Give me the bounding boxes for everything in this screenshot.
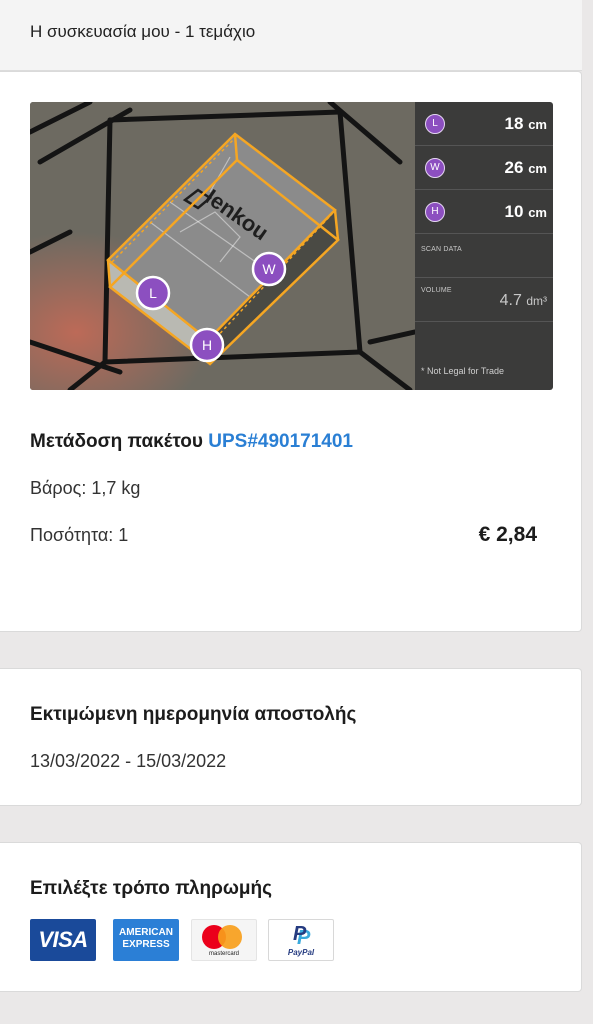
dimensions-panel: L 18 cm W 26 cm H 10 cm SCAN DATA VOLUME…: [415, 102, 553, 390]
width-row: W 26 cm: [415, 146, 553, 190]
shipment-title: Μετάδοση πακέτου UPS#490171401: [30, 431, 353, 453]
length-marker-icon: L: [149, 285, 157, 301]
height-marker-icon: H: [202, 337, 212, 353]
payment-method-title: Επιλέξτε τρόπο πληρωμής: [30, 878, 273, 899]
visa-option[interactable]: VISA: [30, 919, 96, 961]
volume-value: 4.7: [499, 292, 522, 309]
paypal-logo-icon: P: [293, 923, 307, 945]
length-row: L 18 cm: [415, 102, 553, 146]
estimated-date-range: 13/03/2022 - 15/03/2022: [30, 751, 227, 771]
mastercard-label: mastercard: [208, 951, 239, 957]
height-row: H 10 cm: [415, 190, 553, 234]
height-value: 10: [504, 202, 524, 221]
package-price: € 2,84: [478, 523, 537, 546]
length-unit: cm: [528, 117, 547, 132]
width-marker-icon: W: [262, 261, 276, 277]
mastercard-option[interactable]: mastercard: [191, 919, 257, 961]
scanned-box-illustration: Ienkou L W H: [30, 102, 418, 390]
paypal-option[interactable]: P P PayPal: [268, 919, 334, 961]
volume-unit: dm³: [526, 294, 547, 308]
amex-line2: EXPRESS: [122, 939, 170, 950]
tracking-link[interactable]: UPS#490171401: [208, 431, 353, 452]
page-header: Η συσκευασία μου - 1 τεμάχιο: [0, 0, 582, 71]
length-value: 18: [504, 114, 524, 133]
estimated-date-title: Εκτιμώμενη ημερομηνία αποστολής: [30, 704, 357, 725]
package-scan-image[interactable]: Ienkou L W H L 18 cm W 26 cm H 10 cm SCA…: [30, 102, 553, 390]
paypal-label: PayPal: [287, 948, 315, 957]
package-weight: Βάρος: 1,7 kg: [30, 478, 141, 498]
amex-logo-icon: AMERICAN EXPRESS: [115, 927, 177, 951]
length-badge: L: [425, 114, 445, 134]
height-badge: H: [425, 202, 445, 222]
package-count-title: Η συσκευασία μου - 1 τεμάχιο: [30, 22, 256, 41]
width-badge: W: [425, 158, 445, 178]
height-unit: cm: [528, 205, 547, 220]
visa-logo-icon: VISA: [38, 927, 88, 952]
package-quantity: Ποσότητα: 1: [30, 525, 129, 545]
payment-method-card: Επιλέξτε τρόπο πληρωμής VISA AMERICAN EX…: [0, 842, 582, 992]
scan-photo: Ienkou L W H: [30, 102, 418, 390]
legal-note: * Not Legal for Trade: [421, 366, 505, 376]
width-value: 26: [504, 158, 524, 177]
scan-data-row: SCAN DATA: [415, 234, 553, 278]
amex-line1: AMERICAN: [119, 927, 173, 938]
package-card: Ienkou L W H L 18 cm W 26 cm H 10 cm SCA…: [0, 71, 582, 632]
scan-data-label: SCAN DATA: [421, 246, 462, 253]
shipment-label: Μετάδοση πακέτου: [30, 431, 203, 452]
volume-row: VOLUME 4.7 dm³: [415, 278, 553, 322]
amex-option[interactable]: AMERICAN EXPRESS: [113, 919, 179, 961]
volume-label: VOLUME: [421, 287, 452, 294]
estimated-date-card: Εκτιμώμενη ημερομηνία αποστολής 13/03/20…: [0, 668, 582, 806]
width-unit: cm: [528, 161, 547, 176]
